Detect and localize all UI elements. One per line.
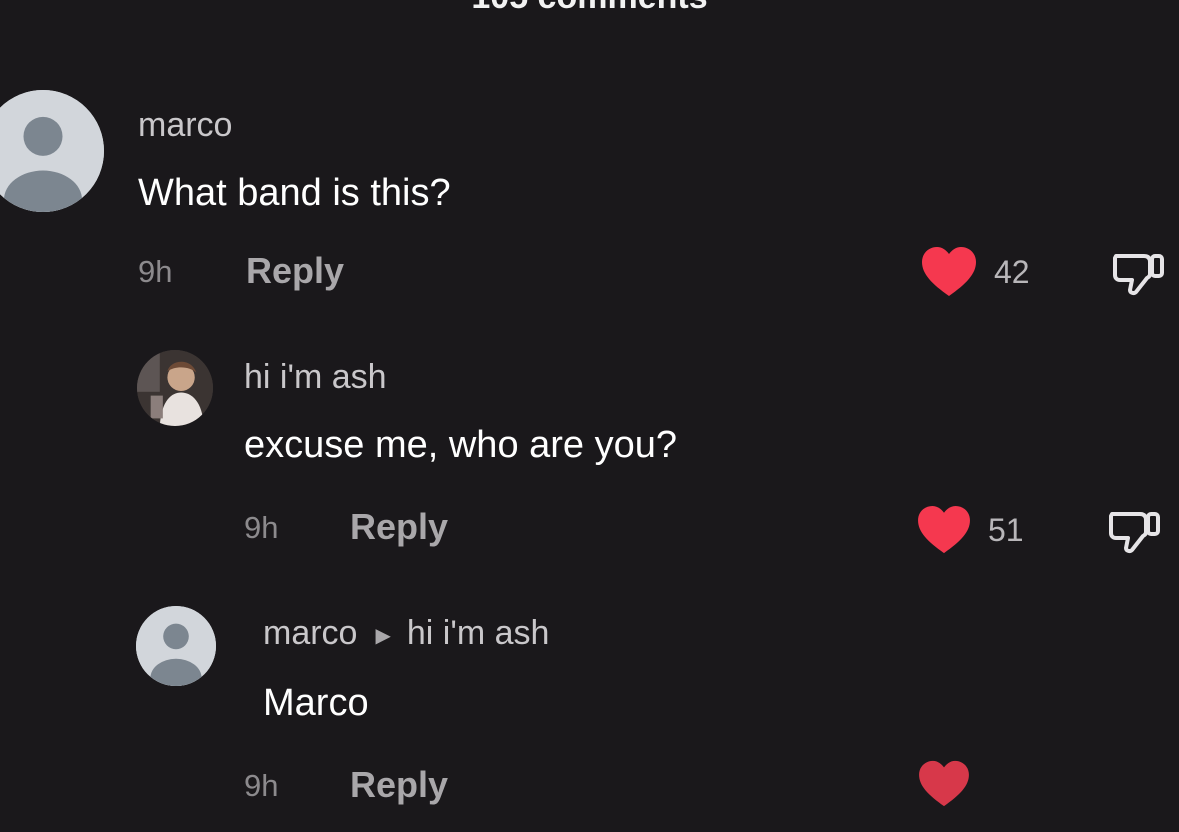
like-button[interactable] <box>916 760 972 808</box>
heart-icon <box>919 760 969 807</box>
comment-username[interactable]: marco <box>263 614 357 652</box>
comment-time: 9h <box>244 768 279 803</box>
reply-to-username[interactable]: hi i'm ash <box>407 614 550 652</box>
triangle-right-icon: ▶ <box>375 624 391 647</box>
default-avatar-icon <box>136 606 216 686</box>
avatar[interactable] <box>136 606 216 686</box>
comment-username-line: marco ▶ hi i'm ash <box>263 614 549 653</box>
reply-button[interactable]: Reply <box>350 764 448 806</box>
comment-text: Marco <box>263 682 369 724</box>
reply-comment-item: marco ▶ hi i'm ash Marco 9h Reply <box>0 0 1179 832</box>
